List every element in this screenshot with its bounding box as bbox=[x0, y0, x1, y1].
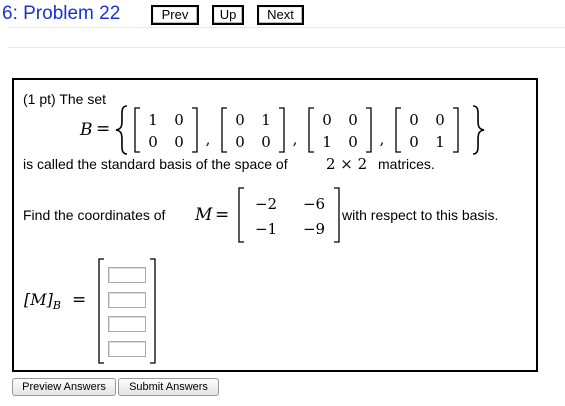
left-bracket bbox=[98, 258, 104, 364]
statement-before: is called the standard basis of the spac… bbox=[23, 156, 288, 172]
preview-answers-button[interactable]: Preview Answers bbox=[12, 378, 116, 396]
problem-intro: (1 pt) The set bbox=[23, 91, 107, 107]
answer-input-2[interactable] bbox=[108, 292, 146, 308]
next-button[interactable]: Next bbox=[257, 5, 304, 25]
basis-matrix-entry: 0 bbox=[235, 133, 245, 151]
answer-input-3[interactable] bbox=[108, 316, 146, 332]
answer-input-4[interactable] bbox=[108, 341, 146, 357]
answer-label: [M]B bbox=[24, 290, 61, 313]
basis-matrix-entry: 1 bbox=[435, 133, 445, 151]
basis-equals: = bbox=[96, 119, 111, 139]
basis-matrix-entry: 0 bbox=[409, 133, 419, 151]
m-matrix-entry: −6 bbox=[303, 195, 325, 213]
basis-matrix-entry: 0 bbox=[348, 133, 358, 151]
page-title: 6: Problem 22 bbox=[2, 3, 121, 24]
basis-matrix-right-bracket bbox=[279, 107, 285, 153]
basis-matrix-entry: 0 bbox=[148, 133, 158, 151]
basis-matrix-entry: 0 bbox=[409, 111, 419, 129]
divider bbox=[8, 27, 565, 28]
answer-equals: = bbox=[72, 290, 87, 310]
m-matrix: −2 −6 −1 −9 bbox=[238, 187, 340, 243]
with-respect: with respect to this basis. bbox=[342, 207, 499, 223]
comma: , bbox=[206, 130, 211, 148]
up-button[interactable]: Up bbox=[212, 5, 244, 25]
dimension: 2 × 2 bbox=[326, 155, 368, 173]
m-symbol: M bbox=[195, 205, 213, 225]
basis-matrix-entry: 1 bbox=[322, 133, 332, 151]
basis-matrix-entry: 0 bbox=[261, 133, 271, 151]
basis-matrix-left-bracket bbox=[308, 107, 314, 153]
basis-matrix-entry: 0 bbox=[174, 133, 184, 151]
divider bbox=[8, 47, 565, 48]
basis-matrix-entry: 1 bbox=[261, 111, 271, 129]
basis-matrix-right-bracket bbox=[366, 107, 372, 153]
basis-matrix-right-bracket bbox=[453, 107, 459, 153]
prev-button[interactable]: Prev bbox=[151, 5, 199, 25]
m-matrix-entry: −2 bbox=[255, 195, 277, 213]
basis-matrix-entry: 0 bbox=[348, 111, 358, 129]
m-matrix-entry: −9 bbox=[303, 220, 325, 238]
basis-symbol: B bbox=[80, 120, 93, 140]
statement-after: matrices. bbox=[378, 156, 435, 172]
submit-answers-button[interactable]: Submit Answers bbox=[118, 378, 219, 396]
basis-matrix-right-bracket bbox=[192, 107, 198, 153]
basis-matrix-entry: 0 bbox=[235, 111, 245, 129]
basis-matrix-entry: 1 bbox=[148, 111, 158, 129]
comma: , bbox=[293, 130, 298, 148]
basis-matrix-left-bracket bbox=[395, 107, 401, 153]
answer-input-1[interactable] bbox=[108, 267, 146, 283]
basis-set: 1 00 0,0 10 0,0 01 0,0 00 1 bbox=[115, 105, 485, 155]
comma: , bbox=[380, 130, 385, 148]
basis-matrix-left-bracket bbox=[134, 107, 140, 153]
m-matrix-entry: −1 bbox=[255, 220, 277, 238]
left-brace bbox=[115, 105, 128, 155]
m-equals: = bbox=[215, 205, 230, 225]
basis-matrix-entry: 0 bbox=[435, 111, 445, 129]
right-bracket bbox=[334, 187, 340, 243]
find-label: Find the coordinates of bbox=[23, 207, 166, 223]
right-bracket bbox=[150, 258, 156, 364]
left-bracket bbox=[238, 187, 244, 243]
basis-matrix-entry: 0 bbox=[322, 111, 332, 129]
basis-matrix-entry: 0 bbox=[174, 111, 184, 129]
basis-matrix-left-bracket bbox=[221, 107, 227, 153]
right-brace bbox=[472, 105, 485, 155]
